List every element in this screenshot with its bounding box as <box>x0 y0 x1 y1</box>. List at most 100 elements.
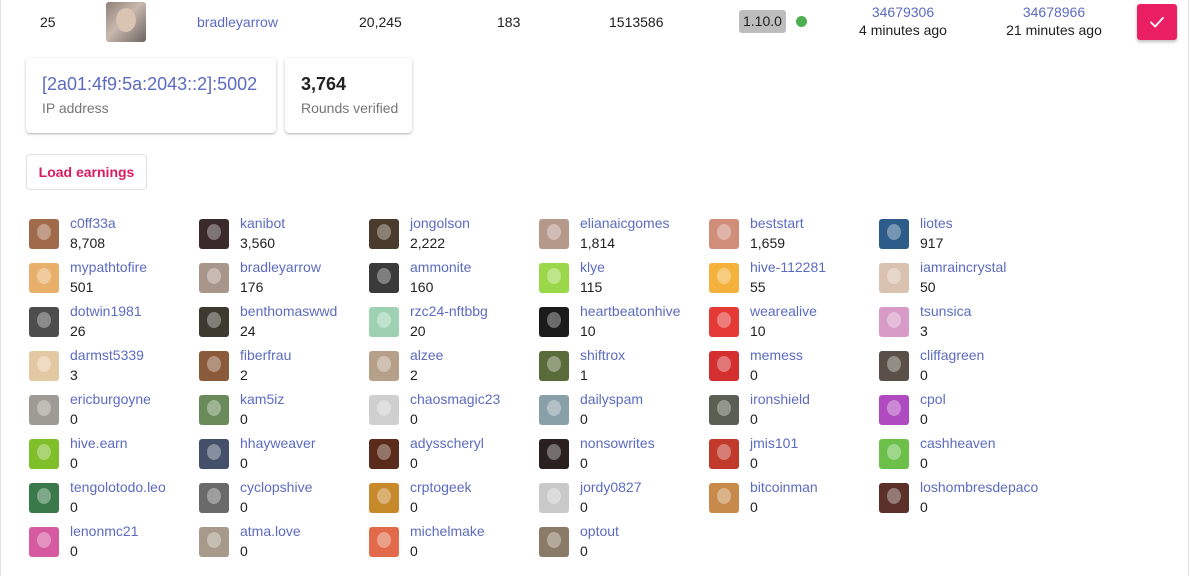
user-link[interactable]: crptogeek <box>410 478 471 496</box>
user-link[interactable]: hive.earn <box>70 434 128 452</box>
user-count: 0 <box>580 455 588 471</box>
user-link[interactable]: c0ff33a <box>70 214 116 232</box>
user-link[interactable]: beststart <box>750 214 804 232</box>
user-link[interactable]: cliffagreen <box>920 346 984 364</box>
user-link[interactable]: memess <box>750 346 803 364</box>
user-link[interactable]: iamraincrystal <box>920 258 1006 276</box>
avatar <box>879 307 909 337</box>
avatar <box>199 483 229 513</box>
list-item: nonsowrites 0 <box>539 434 704 474</box>
user-count: 0 <box>750 411 758 427</box>
user-count: 3 <box>920 323 928 339</box>
list-item: adysscheryl 0 <box>369 434 534 474</box>
user-count: 10 <box>750 323 766 339</box>
user-link[interactable]: lenonmc21 <box>70 522 139 540</box>
user-link[interactable]: ammonite <box>410 258 471 276</box>
list-item: rzc24-nftbbg 20 <box>369 302 534 342</box>
list-item: hhayweaver 0 <box>199 434 364 474</box>
user-link[interactable]: chaosmagic23 <box>410 390 500 408</box>
user-link[interactable]: elianaicgomes <box>580 214 670 232</box>
list-item: jmis101 0 <box>709 434 874 474</box>
user-link[interactable]: bradleyarrow <box>240 258 321 276</box>
user-link[interactable]: hive-112281 <box>750 258 826 276</box>
user-link[interactable]: adysscheryl <box>410 434 484 452</box>
avatar <box>709 483 739 513</box>
user-link[interactable]: rzc24-nftbbg <box>410 302 488 320</box>
user-link[interactable]: hhayweaver <box>240 434 316 452</box>
list-item: dotwin1981 26 <box>29 302 194 342</box>
avatar <box>29 439 59 469</box>
user-link[interactable]: dailyspam <box>580 390 643 408</box>
list-item: crptogeek 0 <box>369 478 534 518</box>
user-link[interactable]: atma.love <box>240 522 301 540</box>
avatar <box>709 219 739 249</box>
user-link[interactable]: bitcoinman <box>750 478 818 496</box>
user-link[interactable]: kanibot <box>240 214 285 232</box>
list-item: tsunsica 3 <box>879 302 1044 342</box>
user-link[interactable]: wearealive <box>750 302 817 320</box>
list-item: loshombresdepaco 0 <box>879 478 1044 518</box>
user-count: 0 <box>70 455 78 471</box>
list-item: elianaicgomes 1,814 <box>539 214 704 254</box>
user-link[interactable]: mypathtofire <box>70 258 147 276</box>
avatar <box>29 351 59 381</box>
avatar <box>709 439 739 469</box>
user-count: 3,560 <box>240 235 276 251</box>
user-count: 917 <box>920 235 944 251</box>
user-link[interactable]: nonsowrites <box>580 434 655 452</box>
list-item: optout 0 <box>539 522 704 562</box>
user-link[interactable]: kam5iz <box>240 390 284 408</box>
user-link[interactable]: alzee <box>410 346 443 364</box>
user-count: 24 <box>240 323 256 339</box>
user-link[interactable]: jordy0827 <box>580 478 642 496</box>
avatar <box>29 527 59 557</box>
list-item: cashheaven 0 <box>879 434 1044 474</box>
user-link[interactable]: dotwin1981 <box>70 302 142 320</box>
user-link[interactable]: loshombresdepaco <box>920 478 1038 496</box>
user-count: 0 <box>410 543 418 559</box>
avatar <box>539 439 569 469</box>
user-link[interactable]: shiftrox <box>580 346 625 364</box>
avatar <box>29 219 59 249</box>
avatar <box>539 527 569 557</box>
user-count: 0 <box>70 411 78 427</box>
list-item: jongolson 2,222 <box>369 214 534 254</box>
avatar <box>539 219 569 249</box>
list-item: klye 115 <box>539 258 704 298</box>
user-link[interactable]: tsunsica <box>920 302 971 320</box>
user-count: 0 <box>240 499 248 515</box>
user-link[interactable]: cpol <box>920 390 946 408</box>
user-count: 115 <box>580 279 603 295</box>
user-link[interactable]: ericburgoyne <box>70 390 151 408</box>
avatar <box>709 395 739 425</box>
user-link[interactable]: tengolotodo.leo <box>70 478 166 496</box>
user-count: 3 <box>70 367 78 383</box>
user-link[interactable]: liotes <box>920 214 953 232</box>
user-link[interactable]: cyclopshive <box>240 478 312 496</box>
list-item: jordy0827 0 <box>539 478 704 518</box>
avatar <box>29 263 59 293</box>
user-link[interactable]: heartbeatonhive <box>580 302 680 320</box>
list-item: alzee 2 <box>369 346 534 386</box>
user-link[interactable]: jmis101 <box>750 434 798 452</box>
user-link[interactable]: benthomaswwd <box>240 302 337 320</box>
list-item: cpol 0 <box>879 390 1044 430</box>
avatar <box>709 263 739 293</box>
user-link[interactable]: cashheaven <box>920 434 996 452</box>
user-count: 10 <box>580 323 596 339</box>
list-item: dailyspam 0 <box>539 390 704 430</box>
user-link[interactable]: klye <box>580 258 605 276</box>
user-link[interactable]: optout <box>580 522 619 540</box>
list-item: iamraincrystal 50 <box>879 258 1044 298</box>
user-link[interactable]: michelmake <box>410 522 485 540</box>
user-count: 0 <box>410 411 418 427</box>
list-item: kanibot 3,560 <box>199 214 364 254</box>
avatar <box>539 351 569 381</box>
user-link[interactable]: ironshield <box>750 390 810 408</box>
avatar <box>879 395 909 425</box>
user-count: 0 <box>410 455 418 471</box>
user-link[interactable]: jongolson <box>410 214 470 232</box>
user-count: 0 <box>750 499 758 515</box>
user-link[interactable]: fiberfrau <box>240 346 291 364</box>
user-link[interactable]: darmst5339 <box>70 346 144 364</box>
